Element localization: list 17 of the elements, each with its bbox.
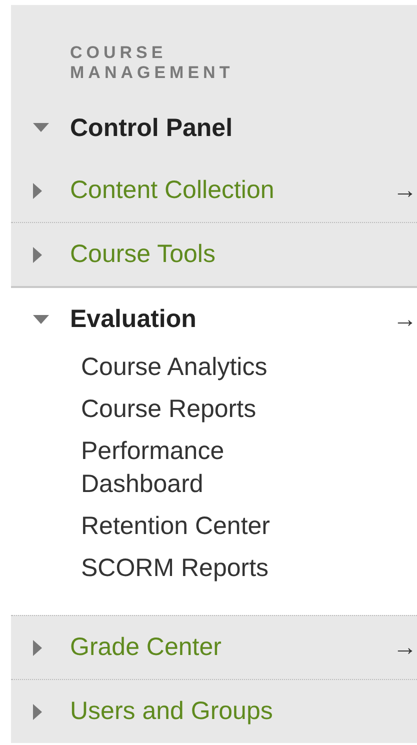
menu-link[interactable]: Evaluation [70,305,196,334]
expand-triangle-icon[interactable] [33,640,43,656]
expand-triangle-icon[interactable] [33,246,43,262]
expand-triangle-icon[interactable] [33,704,43,720]
collapse-triangle-icon[interactable] [33,123,49,133]
arrow-icon[interactable]: → [393,176,417,204]
section-heading: COURSE MANAGEMENT [70,43,235,83]
expand-triangle-icon[interactable] [33,182,43,198]
menu-link[interactable]: Course Analytics [81,351,281,384]
menu-link[interactable]: SCORM Reports [81,552,281,585]
menu-heading[interactable]: Control Panel [70,114,233,142]
menu-link[interactable]: Course Reports [81,393,281,426]
menu-link[interactable]: Retention Center [81,510,281,543]
menu-link[interactable]: Performance Dashboard [81,435,281,501]
collapse-triangle-icon[interactable] [33,314,49,324]
arrow-icon[interactable]: → [393,634,417,662]
arrow-icon[interactable]: → [393,306,417,334]
